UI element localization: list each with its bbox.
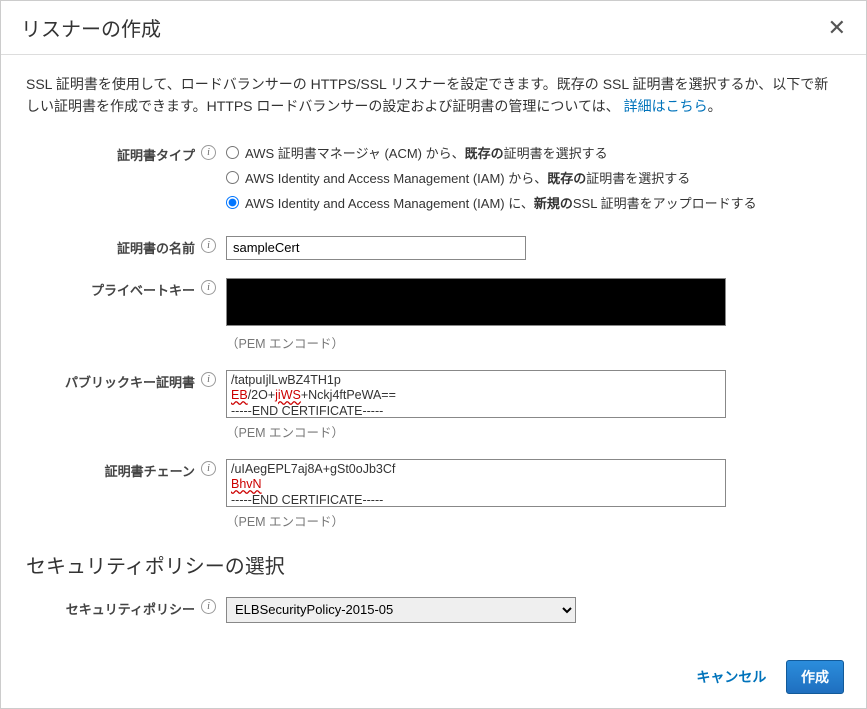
close-icon[interactable]: ✕ [828, 15, 846, 41]
row-cert-chain: 証明書チェーン i /uIAegEPL7aj8A+gSt0oJb3Cf BhvN… [26, 459, 841, 530]
public-cert-hint: （PEM エンコード） [226, 422, 841, 441]
label-private-key: プライベートキー i [26, 278, 226, 299]
radio-input-iam-new[interactable] [226, 196, 239, 209]
radio-iam-existing[interactable]: AWS Identity and Access Management (IAM)… [226, 168, 841, 187]
radio-iam-new[interactable]: AWS Identity and Access Management (IAM)… [226, 193, 841, 212]
label-cert-type: 証明書タイプ i [26, 143, 226, 164]
info-icon[interactable]: i [201, 145, 216, 160]
info-icon[interactable]: i [201, 280, 216, 295]
dialog-header: リスナーの作成 ✕ [1, 1, 866, 55]
row-private-key: プライベートキー i （PEM エンコード） [26, 278, 841, 352]
create-listener-dialog: リスナーの作成 ✕ SSL 証明書を使用して、ロードバランサーの HTTPS/S… [0, 0, 867, 709]
details-link[interactable]: 詳細はこちら [624, 98, 708, 114]
row-cert-type: 証明書タイプ i AWS 証明書マネージャ (ACM) から、既存の証明書を選択… [26, 143, 841, 218]
cert-chain-col: /uIAegEPL7aj8A+gSt0oJb3Cf BhvN -----END … [226, 459, 841, 530]
row-public-cert: パブリックキー証明書 i /tatpuIjlLwBZ4TH1p EB/2O+ji… [26, 370, 841, 441]
public-cert-input[interactable]: /tatpuIjlLwBZ4TH1p EB/2O+jiWS+Nckj4ftPeW… [226, 370, 726, 418]
info-icon[interactable]: i [201, 238, 216, 253]
cancel-button[interactable]: キャンセル [696, 667, 766, 687]
security-policy-heading: セキュリティポリシーの選択 [26, 550, 841, 579]
label-security-policy: セキュリティポリシー i [26, 597, 226, 618]
cert-type-options: AWS 証明書マネージャ (ACM) から、既存の証明書を選択する AWS Id… [226, 143, 841, 218]
row-security-policy: セキュリティポリシー i ELBSecurityPolicy-2015-05 [26, 597, 841, 623]
label-security-policy-text: セキュリティポリシー [66, 599, 195, 618]
radio-input-iam-existing[interactable] [226, 171, 239, 184]
label-cert-name-text: 証明書の名前 [117, 238, 195, 257]
info-icon[interactable]: i [201, 372, 216, 387]
label-cert-type-text: 証明書タイプ [117, 145, 195, 164]
label-cert-name: 証明書の名前 i [26, 236, 226, 257]
label-cert-chain-text: 証明書チェーン [105, 461, 195, 480]
cert-name-input[interactable] [226, 236, 526, 260]
dialog-body[interactable]: SSL 証明書を使用して、ロードバランサーの HTTPS/SSL リスナーを設定… [1, 55, 866, 646]
radio-input-acm[interactable] [226, 146, 239, 159]
dialog-footer: キャンセル 作成 [1, 646, 866, 708]
private-key-col: （PEM エンコード） [226, 278, 841, 352]
create-button[interactable]: 作成 [786, 660, 844, 694]
radio-acm-existing[interactable]: AWS 証明書マネージャ (ACM) から、既存の証明書を選択する [226, 143, 841, 162]
label-cert-chain: 証明書チェーン i [26, 459, 226, 480]
intro-b: 。 [708, 98, 722, 114]
intro-text: SSL 証明書を使用して、ロードバランサーの HTTPS/SSL リスナーを設定… [26, 73, 841, 118]
label-private-key-text: プライベートキー [91, 280, 195, 299]
security-policy-select[interactable]: ELBSecurityPolicy-2015-05 [226, 597, 576, 623]
label-public-cert-text: パブリックキー証明書 [65, 372, 195, 391]
public-cert-col: /tatpuIjlLwBZ4TH1p EB/2O+jiWS+Nckj4ftPeW… [226, 370, 841, 441]
cert-name-col [226, 236, 841, 260]
security-policy-col: ELBSecurityPolicy-2015-05 [226, 597, 841, 623]
info-icon[interactable]: i [201, 599, 216, 614]
private-key-input[interactable] [226, 278, 726, 326]
cert-chain-input[interactable]: /uIAegEPL7aj8A+gSt0oJb3Cf BhvN -----END … [226, 459, 726, 507]
private-key-hint: （PEM エンコード） [226, 333, 841, 352]
row-cert-name: 証明書の名前 i [26, 236, 841, 260]
cert-chain-hint: （PEM エンコード） [226, 511, 841, 530]
info-icon[interactable]: i [201, 461, 216, 476]
dialog-title: リスナーの作成 [21, 13, 161, 42]
label-public-cert: パブリックキー証明書 i [26, 370, 226, 391]
